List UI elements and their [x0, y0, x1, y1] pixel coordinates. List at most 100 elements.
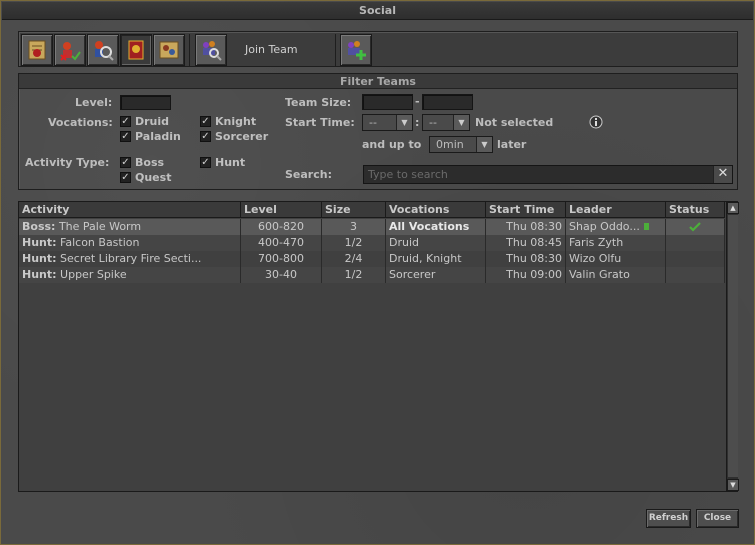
activity-hunt-checkbox[interactable]: ✓ Hunt — [200, 156, 245, 169]
status-cell — [666, 267, 725, 283]
size-cell: 2/4 — [322, 251, 386, 267]
filter-panel: Filter Teams Level: Vocations: ✓ Druid ✓ K… — [18, 73, 738, 190]
column-leader[interactable]: Leader — [566, 202, 666, 218]
column-status[interactable]: Status — [666, 202, 725, 218]
start-minute-select[interactable]: -- ▼ — [422, 114, 470, 131]
vocation-knight-checkbox[interactable]: ✓ Knight — [200, 115, 256, 128]
chevron-down-icon: ▼ — [396, 115, 412, 130]
checkmark-icon: ✓ — [200, 157, 211, 168]
start-time-cell: Thu 08:45 — [486, 235, 566, 251]
activity-cell: Hunt: Secret Library Fire Secti... — [19, 251, 241, 267]
activity-boss-label: Boss — [135, 156, 165, 169]
and-up-to-label: and up to — [362, 138, 422, 151]
search-member-icon — [95, 41, 114, 61]
remove-member-button[interactable] — [54, 34, 86, 66]
scroll-track[interactable] — [728, 215, 738, 477]
level-cell: 400-470 — [241, 235, 322, 251]
vocation-druid-checkbox[interactable]: ✓ Druid — [120, 115, 169, 128]
activity-type: Hunt: — [22, 236, 57, 249]
activity-type: Boss: — [22, 220, 56, 233]
column-vocations[interactable]: Vocations — [386, 202, 486, 218]
status-cell — [666, 251, 725, 267]
size-cell: 1/2 — [322, 235, 386, 251]
vocations-label: Vocations: — [48, 116, 113, 129]
team-size-min-input[interactable] — [362, 94, 413, 110]
table-row[interactable]: Hunt: Upper Spike 30-40 1/2 Sorcerer Thu… — [19, 267, 725, 283]
vocation-paladin-checkbox[interactable]: ✓ Paladin — [120, 130, 181, 143]
teams-table: Activity Level Size Vocations Start Time… — [18, 201, 739, 492]
chevron-down-icon: ▼ — [453, 115, 469, 130]
clear-search-icon[interactable]: ✕ — [713, 166, 732, 183]
up-to-value: 0min — [436, 138, 464, 151]
level-cell: 30-40 — [241, 267, 322, 283]
info-icon[interactable] — [589, 115, 603, 129]
leader-cell: Wizo Olfu — [566, 251, 666, 267]
table-row[interactable]: Hunt: Falcon Bastion 400-470 1/2 Druid T… — [19, 235, 725, 251]
window-title[interactable]: Social — [2, 2, 753, 20]
start-time-label: Start Time: — [285, 116, 355, 129]
column-level[interactable]: Level — [241, 202, 322, 218]
table-scrollbar[interactable]: ▲ ▼ — [726, 202, 739, 491]
vocation-knight-label: Knight — [215, 115, 257, 128]
join-team-label[interactable]: Join Team — [245, 43, 298, 56]
map-icon — [159, 41, 179, 59]
checkmark-icon: ✓ — [120, 172, 131, 183]
scroll-up-icon[interactable]: ▲ — [727, 202, 739, 214]
check-icon — [689, 222, 701, 232]
checkmark-icon: ✓ — [200, 116, 211, 127]
search-member-button[interactable] — [87, 34, 119, 66]
banner-button[interactable] — [120, 34, 152, 66]
level-cell: 600-820 — [241, 219, 322, 235]
vocation-sorcerer-label: Sorcerer — [215, 130, 269, 143]
column-activity[interactable]: Activity — [19, 202, 241, 218]
map-button[interactable] — [153, 34, 185, 66]
social-window: Social Join Team Filter Teams Level: Voc… — [0, 0, 755, 545]
create-team-button[interactable] — [340, 34, 372, 66]
filter-heading: Filter Teams — [19, 74, 737, 89]
vocation-druid-label: Druid — [135, 115, 170, 128]
status-cell — [666, 235, 725, 251]
chevron-down-icon: ▼ — [476, 137, 492, 152]
vocations-cell: Druid, Knight — [386, 251, 486, 267]
activity-cell: Hunt: Falcon Bastion — [19, 235, 241, 251]
up-to-select[interactable]: 0min ▼ — [429, 136, 493, 153]
create-team-icon — [348, 41, 366, 60]
start-hour-value: -- — [369, 116, 377, 129]
vocations-cell: All Vocations — [386, 219, 486, 235]
activity-name: Upper Spike — [60, 268, 127, 281]
start-hour-select[interactable]: -- ▼ — [362, 114, 413, 131]
toolbar-separator — [335, 34, 336, 66]
checkmark-icon: ✓ — [120, 116, 131, 127]
activity-quest-checkbox[interactable]: ✓ Quest — [120, 171, 171, 184]
table-row[interactable]: Hunt: Secret Library Fire Secti... 700-8… — [19, 251, 725, 267]
vocations-cell: Sorcerer — [386, 267, 486, 283]
scroll-down-icon[interactable]: ▼ — [727, 479, 739, 491]
activity-boss-checkbox[interactable]: ✓ Boss — [120, 156, 164, 169]
column-start-time[interactable]: Start Time — [486, 202, 566, 218]
checkmark-icon: ✓ — [200, 131, 211, 142]
close-button[interactable]: Close — [696, 509, 739, 528]
level-input[interactable] — [120, 95, 171, 110]
activity-type: Hunt: — [22, 252, 57, 265]
search-input[interactable]: Type to search ✕ — [363, 165, 733, 184]
activity-quest-label: Quest — [135, 171, 172, 184]
banner-icon — [128, 40, 144, 60]
toolbar: Join Team — [18, 31, 738, 67]
size-cell: 3 — [322, 219, 386, 235]
time-separator: : — [415, 116, 420, 129]
checkmark-icon: ✓ — [120, 131, 131, 142]
start-time-cell: Thu 08:30 — [486, 219, 566, 235]
activity-name: The Pale Worm — [58, 220, 142, 233]
start-time-cell: Thu 09:00 — [486, 267, 566, 283]
team-size-max-input[interactable] — [422, 94, 473, 110]
table-row[interactable]: Boss: The Pale Worm 600-820 3 All Vocati… — [19, 219, 725, 235]
column-size[interactable]: Size — [322, 202, 386, 218]
join-team-button[interactable] — [195, 34, 227, 66]
vocation-sorcerer-checkbox[interactable]: ✓ Sorcerer — [200, 130, 268, 143]
team-size-separator: - — [415, 95, 420, 108]
activity-name: Falcon Bastion — [60, 236, 140, 249]
size-cell: 1/2 — [322, 267, 386, 283]
scroll-icon-button[interactable] — [21, 34, 53, 66]
refresh-button[interactable]: Refresh — [646, 509, 691, 528]
table-header: Activity Level Size Vocations Start Time… — [19, 202, 725, 218]
